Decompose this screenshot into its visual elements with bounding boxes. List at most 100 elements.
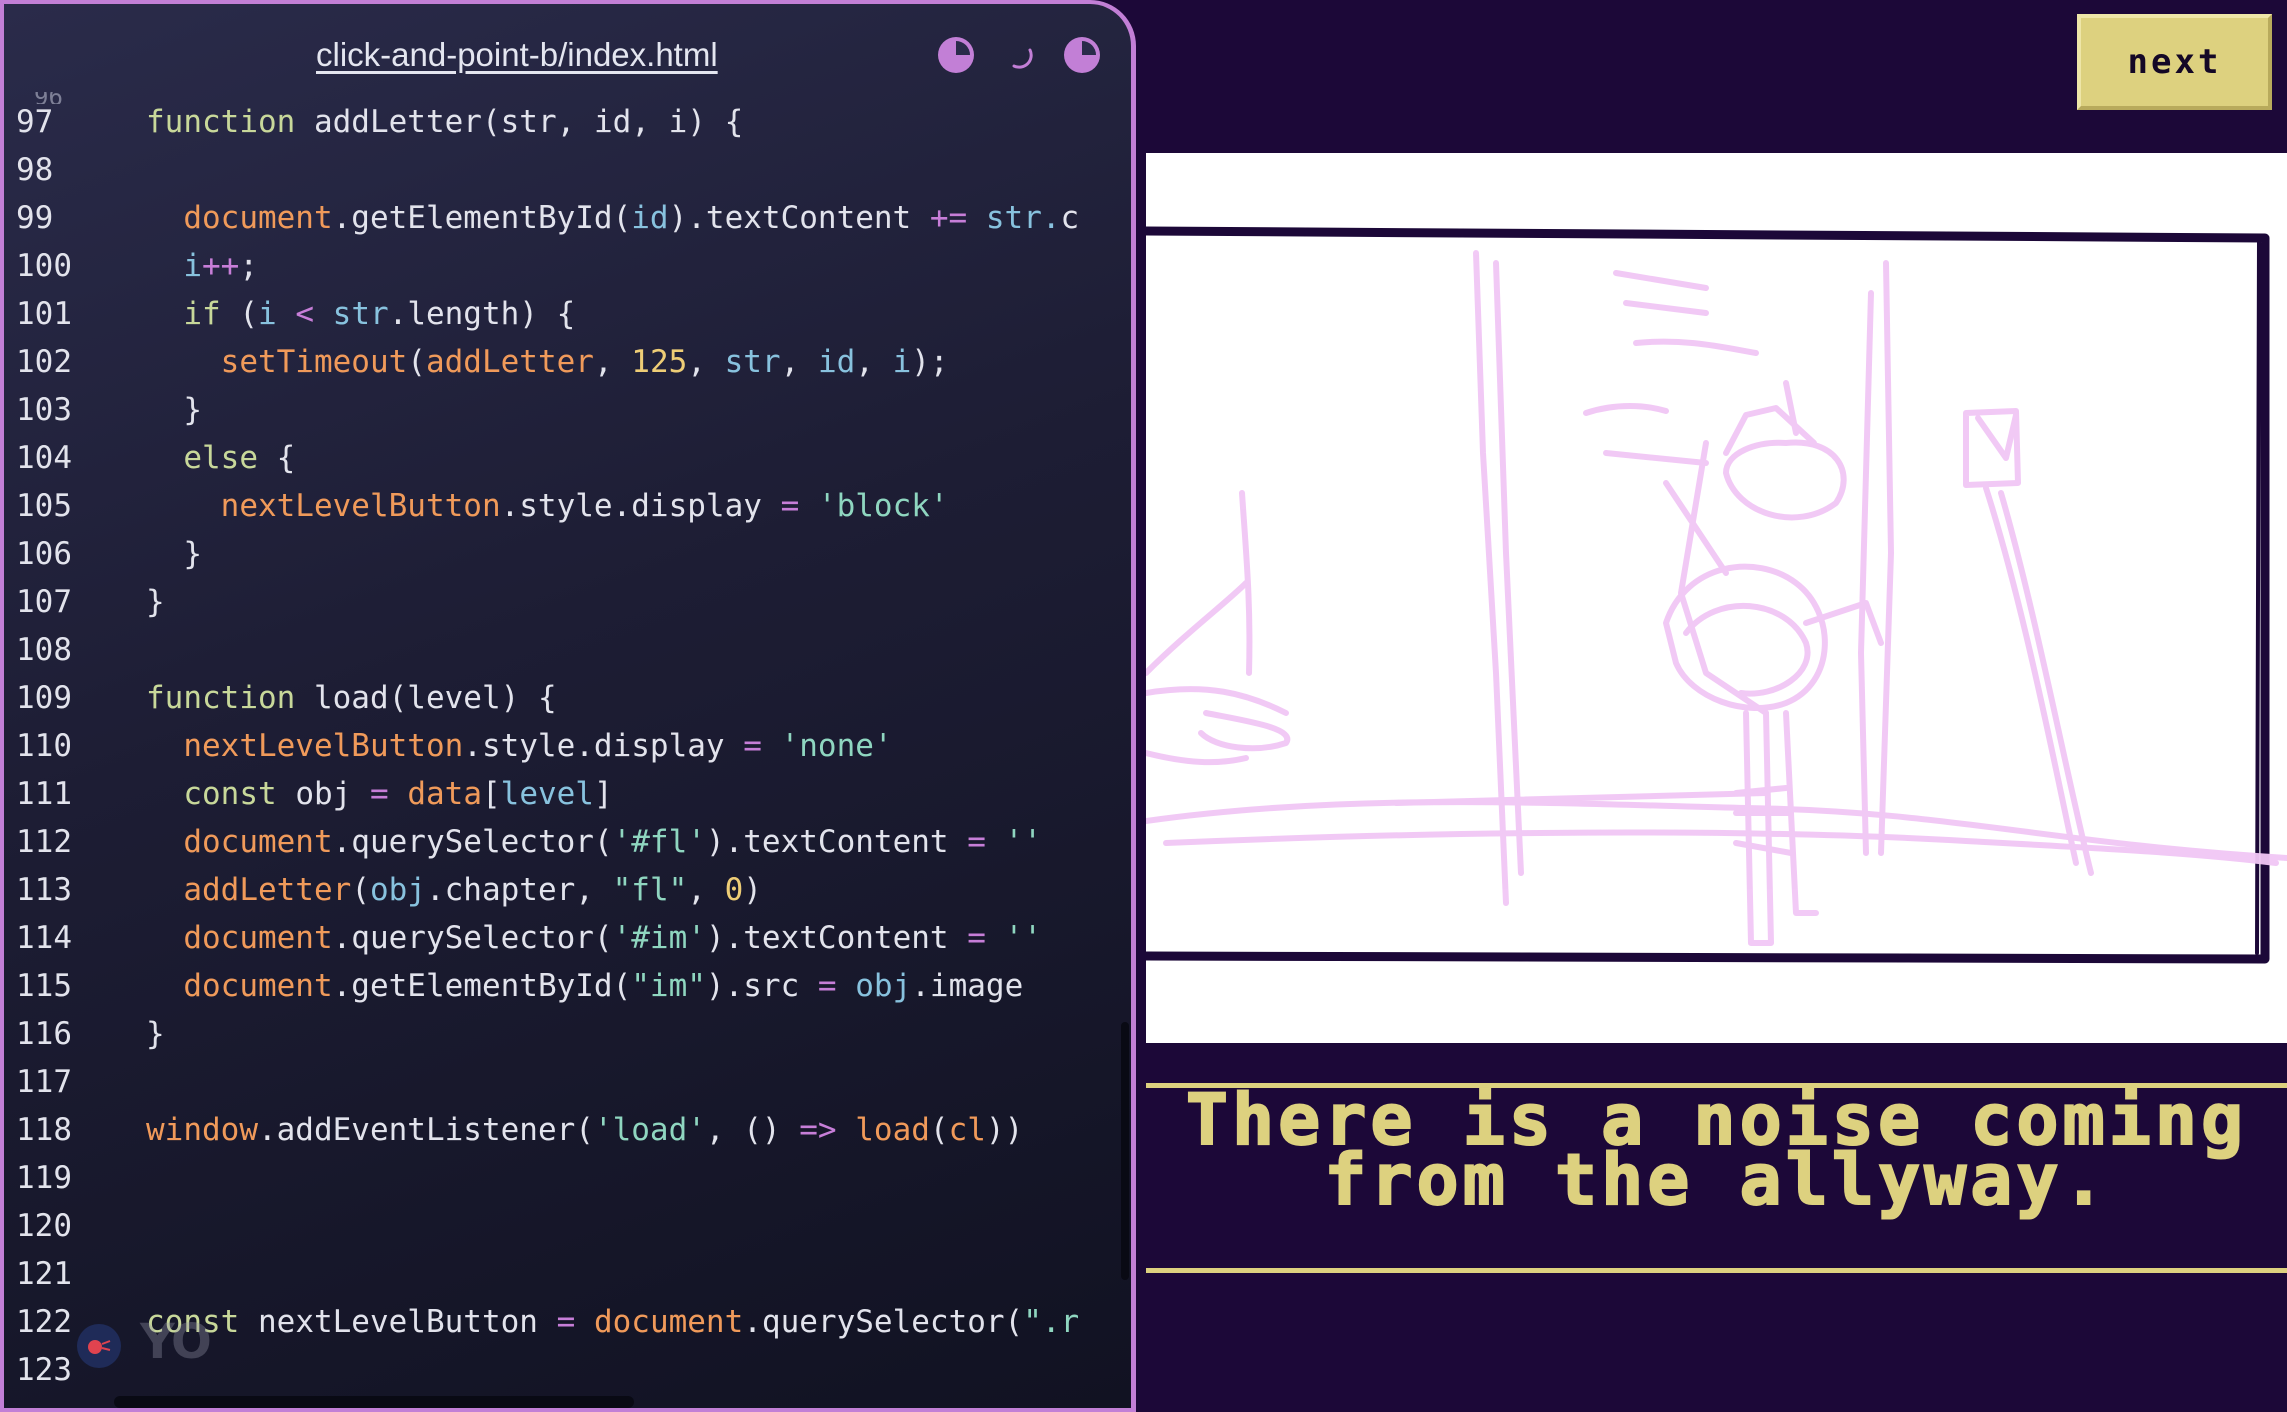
code-text: }	[146, 386, 202, 434]
code-token: '#im'	[612, 920, 706, 956]
code-text: setTimeout(addLetter, 125, str, id, i);	[146, 338, 949, 386]
code-line[interactable]: 108	[4, 626, 1131, 674]
line-number: 116	[16, 1016, 72, 1052]
code-token: "im"	[631, 968, 706, 1004]
code-token: ''	[1004, 920, 1042, 956]
line-number: 113	[16, 872, 72, 908]
code-token: id	[631, 200, 669, 236]
line-number: 120	[16, 1208, 72, 1244]
code-line[interactable]: 113 addLetter(obj.chapter, "fl", 0)	[4, 866, 1131, 914]
code-token: nextLevelButton	[146, 728, 464, 764]
half-moon-icon[interactable]	[1063, 36, 1101, 74]
code-token: else	[146, 440, 258, 476]
line-number: 98	[16, 152, 54, 188]
code-token: ))	[985, 1112, 1024, 1148]
line-number: 112	[16, 824, 72, 860]
code-token: {	[257, 440, 296, 476]
code-token: }	[146, 536, 202, 572]
code-line[interactable]: 102 setTimeout(addLetter, 125, str, id, …	[4, 338, 1131, 386]
code-line[interactable]: 101 if (i < str.length) {	[4, 290, 1131, 338]
code-text: function addLetter(str, id, i) {	[146, 100, 743, 146]
code-text: document.getElementById("im").src = obj.…	[146, 962, 1023, 1010]
code-token: [	[481, 776, 501, 812]
code-token: .querySelector(	[332, 824, 613, 860]
line-number: 100	[16, 248, 72, 284]
code-line[interactable]: 118 window.addEventListener('load', () =>…	[4, 1106, 1131, 1154]
code-token: if	[146, 296, 221, 332]
code-token: <	[276, 296, 333, 332]
loading-spinner-icon[interactable]	[1000, 36, 1038, 74]
code-token: obj	[855, 968, 912, 1004]
horizontal-scrollbar[interactable]	[114, 1396, 634, 1408]
code-text: if (i < str.length) {	[146, 290, 575, 338]
code-token: const	[146, 776, 277, 812]
code-token: ".r	[1023, 1304, 1080, 1340]
code-line[interactable]: 98	[4, 146, 1131, 194]
code-token: (	[351, 872, 370, 908]
code-token: c	[1060, 200, 1080, 236]
code-token: .querySelector(	[743, 1304, 1024, 1340]
code-line[interactable]: 97 function addLetter(str, id, i) {	[4, 100, 1131, 146]
code-token: document	[146, 920, 333, 956]
half-moon-icon[interactable]	[937, 36, 975, 74]
line-number: 110	[16, 728, 72, 764]
code-area[interactable]: 97 function addLetter(str, id, i) { 98 99 d…	[4, 100, 1131, 1390]
code-line[interactable]: 105 nextLevelButton.style.display = 'blo…	[4, 482, 1131, 530]
code-line[interactable]: 100 i++;	[4, 242, 1131, 290]
line-number: 108	[16, 632, 72, 668]
code-token: (	[220, 296, 258, 332]
file-title-link[interactable]: click-and-point-b/index.html	[316, 36, 718, 74]
code-line[interactable]: 111 const obj = data[level]	[4, 770, 1131, 818]
code-token: .chapter,	[425, 872, 613, 908]
code-token: +=	[929, 200, 968, 236]
code-text: addLetter(obj.chapter, "fl", 0)	[146, 866, 762, 914]
vertical-scrollbar[interactable]	[1121, 1022, 1129, 1280]
code-line[interactable]: 106 }	[4, 530, 1131, 578]
code-token: .getElementById(	[332, 200, 632, 236]
code-token: .addEventListener(	[257, 1112, 594, 1148]
line-number: 106	[16, 536, 72, 572]
code-token: obj	[369, 872, 426, 908]
code-token: .style.display	[463, 728, 744, 764]
code-token: (level) {	[388, 680, 557, 716]
code-line[interactable]: 112 document.querySelector('#fl').textCo…	[4, 818, 1131, 866]
next-button[interactable]: next	[2077, 14, 2272, 110]
code-token: ]	[593, 776, 613, 812]
code-token: obj	[276, 776, 370, 812]
code-line[interactable]: 114 document.querySelector('#im').textCo…	[4, 914, 1131, 962]
code-line[interactable]: 120	[4, 1202, 1131, 1250]
code-token: load	[313, 680, 389, 716]
code-line[interactable]: 107}	[4, 578, 1131, 626]
code-line[interactable]: 115 document.getElementById("im").src = …	[4, 962, 1131, 1010]
code-line[interactable]: 119	[4, 1154, 1131, 1202]
code-token: '#fl'	[612, 824, 706, 860]
code-line[interactable]: 116}	[4, 1010, 1131, 1058]
code-token: function	[146, 104, 314, 140]
code-editor-panel: click-and-point-b/index.html 96 97functi…	[0, 0, 1136, 1412]
code-line[interactable]: 121	[4, 1250, 1131, 1298]
code-text: const nextLevelButton = document.querySe…	[146, 1298, 1079, 1346]
code-token: document	[146, 824, 333, 860]
code-line[interactable]: 103 }	[4, 386, 1131, 434]
code-text: function load(level) {	[146, 674, 557, 722]
bug-icon[interactable]	[77, 1324, 121, 1368]
code-line[interactable]: 117	[4, 1058, 1131, 1106]
code-line[interactable]: 104 else {	[4, 434, 1131, 482]
line-number: 105	[16, 488, 72, 524]
code-line[interactable]: 110 nextLevelButton.style.display = 'non…	[4, 722, 1131, 770]
scene-image	[1146, 153, 2287, 1043]
code-line[interactable]: 109 function load(level) {	[4, 674, 1131, 722]
code-token: addLetter	[313, 104, 482, 140]
code-token: addLetter	[425, 344, 594, 380]
code-token: ++	[202, 248, 240, 284]
code-line[interactable]: 99 document.getElementById(id).textConte…	[4, 194, 1131, 242]
code-token: 'block'	[817, 488, 949, 524]
line-number: 122	[16, 1304, 72, 1340]
code-token: }	[146, 584, 165, 620]
code-token: addLetter	[146, 872, 352, 908]
